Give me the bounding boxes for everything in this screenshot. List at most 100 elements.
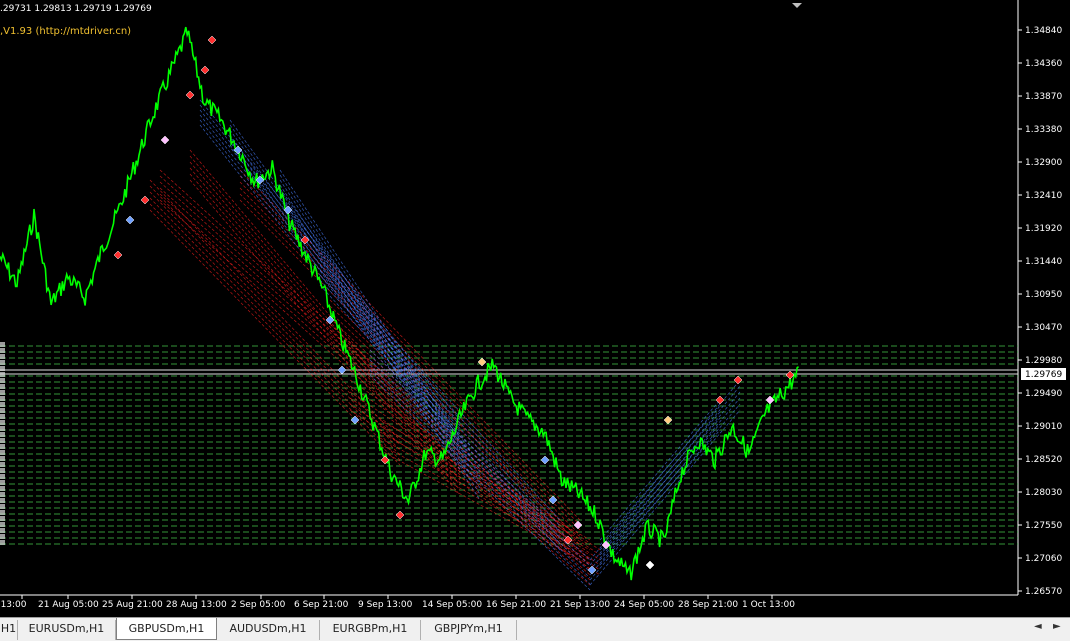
level-tag: [0, 402, 5, 407]
level-tag: [0, 396, 5, 401]
level-tag: [0, 498, 5, 503]
signal-marker: [733, 375, 743, 385]
chart-area[interactable]: 1.34840 1.34360 1.33870 1.33380 1.32900 1.324…: [0, 0, 1070, 617]
price-label: 1.33380: [1025, 125, 1062, 135]
level-tag: [0, 432, 5, 437]
fan-line-red: [189, 155, 461, 476]
fan-line-blue: [369, 374, 591, 591]
level-tag: [0, 438, 5, 443]
price-label: 1.28520: [1025, 455, 1062, 465]
time-label: 16 Sep 21:00: [486, 600, 546, 610]
time-label: 1 Oct 13:00: [742, 600, 795, 610]
fan-line-red: [149, 209, 401, 466]
fan-line-blue: [589, 397, 741, 576]
price-label: 1.29490: [1025, 389, 1062, 399]
price-label: 1.31440: [1025, 257, 1062, 267]
level-tag: [0, 342, 5, 347]
fan-line-red: [349, 385, 601, 556]
level-tag: [0, 426, 5, 431]
price-label: 1.29980: [1025, 356, 1062, 366]
level-tag: [0, 444, 5, 449]
level-tag: [0, 480, 5, 485]
fan-line-blue: [589, 385, 741, 566]
scroll-right-icon[interactable]: ►: [1053, 621, 1061, 632]
level-tag: [0, 378, 5, 383]
chart-tab-bar: H1 EURUSDm,H1 GBPUSDm,H1 AUDUSDm,H1 EURG…: [0, 617, 1070, 641]
level-tag: [0, 492, 5, 497]
level-tag: [0, 516, 5, 521]
level-tag: [0, 384, 5, 389]
level-tag: [0, 510, 5, 515]
signal-marker: [587, 565, 597, 575]
level-tag: [0, 540, 5, 545]
signal-marker: [477, 357, 487, 367]
fan-line-blue: [589, 379, 741, 561]
time-label: 6 Sep 21:00: [294, 600, 349, 610]
signal-marker: [200, 65, 210, 75]
fan-line-blue: [599, 411, 721, 551]
fan-line-blue: [199, 124, 461, 451]
shift-marker-icon: [792, 3, 802, 8]
fan-line-red: [239, 187, 581, 536]
level-tag: [0, 468, 5, 473]
time-label: 2 Sep 05:00: [231, 600, 286, 610]
price-label: 1.33870: [1025, 92, 1062, 102]
level-tag: [0, 348, 5, 353]
signal-marker: [395, 510, 405, 520]
tab-gbpjpy[interactable]: GBPJPYm,H1: [421, 620, 517, 640]
signal-marker: [125, 215, 135, 225]
signal-marker: [548, 495, 558, 505]
price-label: 1.32410: [1025, 191, 1062, 201]
signal-marker: [185, 90, 195, 100]
signal-marker: [140, 195, 150, 205]
tab-gbpusd[interactable]: GBPUSDm,H1: [116, 618, 217, 640]
signal-marker: [540, 455, 550, 465]
level-tag: [0, 534, 5, 539]
signal-marker: [160, 135, 170, 145]
level-tag: [0, 522, 5, 527]
level-tag: [0, 486, 5, 491]
level-tag: [0, 360, 5, 365]
time-label: 28 Sep 21:00: [678, 600, 738, 610]
signal-marker: [573, 520, 583, 530]
ohlc-readout: .29731 1.29813 1.29719 1.29769: [0, 4, 152, 14]
price-label: 1.30950: [1025, 290, 1062, 300]
tab-h1-partial[interactable]: H1: [0, 620, 18, 640]
signal-marker: [337, 365, 347, 375]
time-label: 14 Sep 05:00: [422, 600, 482, 610]
fan-line-blue: [279, 174, 481, 477]
level-tag: [0, 450, 5, 455]
scroll-left-icon[interactable]: ◄: [1034, 621, 1042, 632]
tab-eurusd[interactable]: EURUSDm,H1: [18, 620, 116, 640]
signal-marker: [113, 250, 123, 260]
level-tag: [0, 456, 5, 461]
fan-line-blue: [199, 114, 461, 439]
time-label: 21 Sep 13:00: [550, 600, 610, 610]
fan-line-blue: [319, 264, 561, 527]
price-label: 1.28030: [1025, 488, 1062, 498]
fan-line-blue: [599, 405, 721, 546]
level-tag: [0, 354, 5, 359]
level-tag: [0, 390, 5, 395]
level-tag: [0, 372, 5, 377]
price-label: 1.30470: [1025, 323, 1062, 333]
level-tag: [0, 528, 5, 533]
tab-eurgbp[interactable]: EURGBPm,H1: [320, 620, 421, 640]
fan-line-red: [189, 149, 461, 471]
price-label: 1.34360: [1025, 59, 1062, 69]
level-tag: [0, 462, 5, 467]
price-label: 1.26570: [1025, 587, 1062, 597]
price-label: 1.29010: [1025, 422, 1062, 432]
fan-line-blue: [279, 169, 481, 471]
level-tag: [0, 504, 5, 509]
time-label: 25 Aug 21:00: [102, 600, 163, 610]
fan-line-blue: [199, 119, 461, 445]
price-label: 1.31920: [1025, 224, 1062, 234]
price-chart[interactable]: 1.34840 1.34360 1.33870 1.33380 1.32900 1.324…: [0, 0, 1070, 617]
fan-line-red: [189, 161, 461, 481]
signal-marker: [207, 35, 217, 45]
current-price-label: 1.29769: [1025, 370, 1062, 380]
tab-audusd[interactable]: AUDUSDm,H1: [217, 620, 320, 640]
price-series-line: [0, 26, 799, 581]
fan-line-red: [189, 167, 461, 486]
